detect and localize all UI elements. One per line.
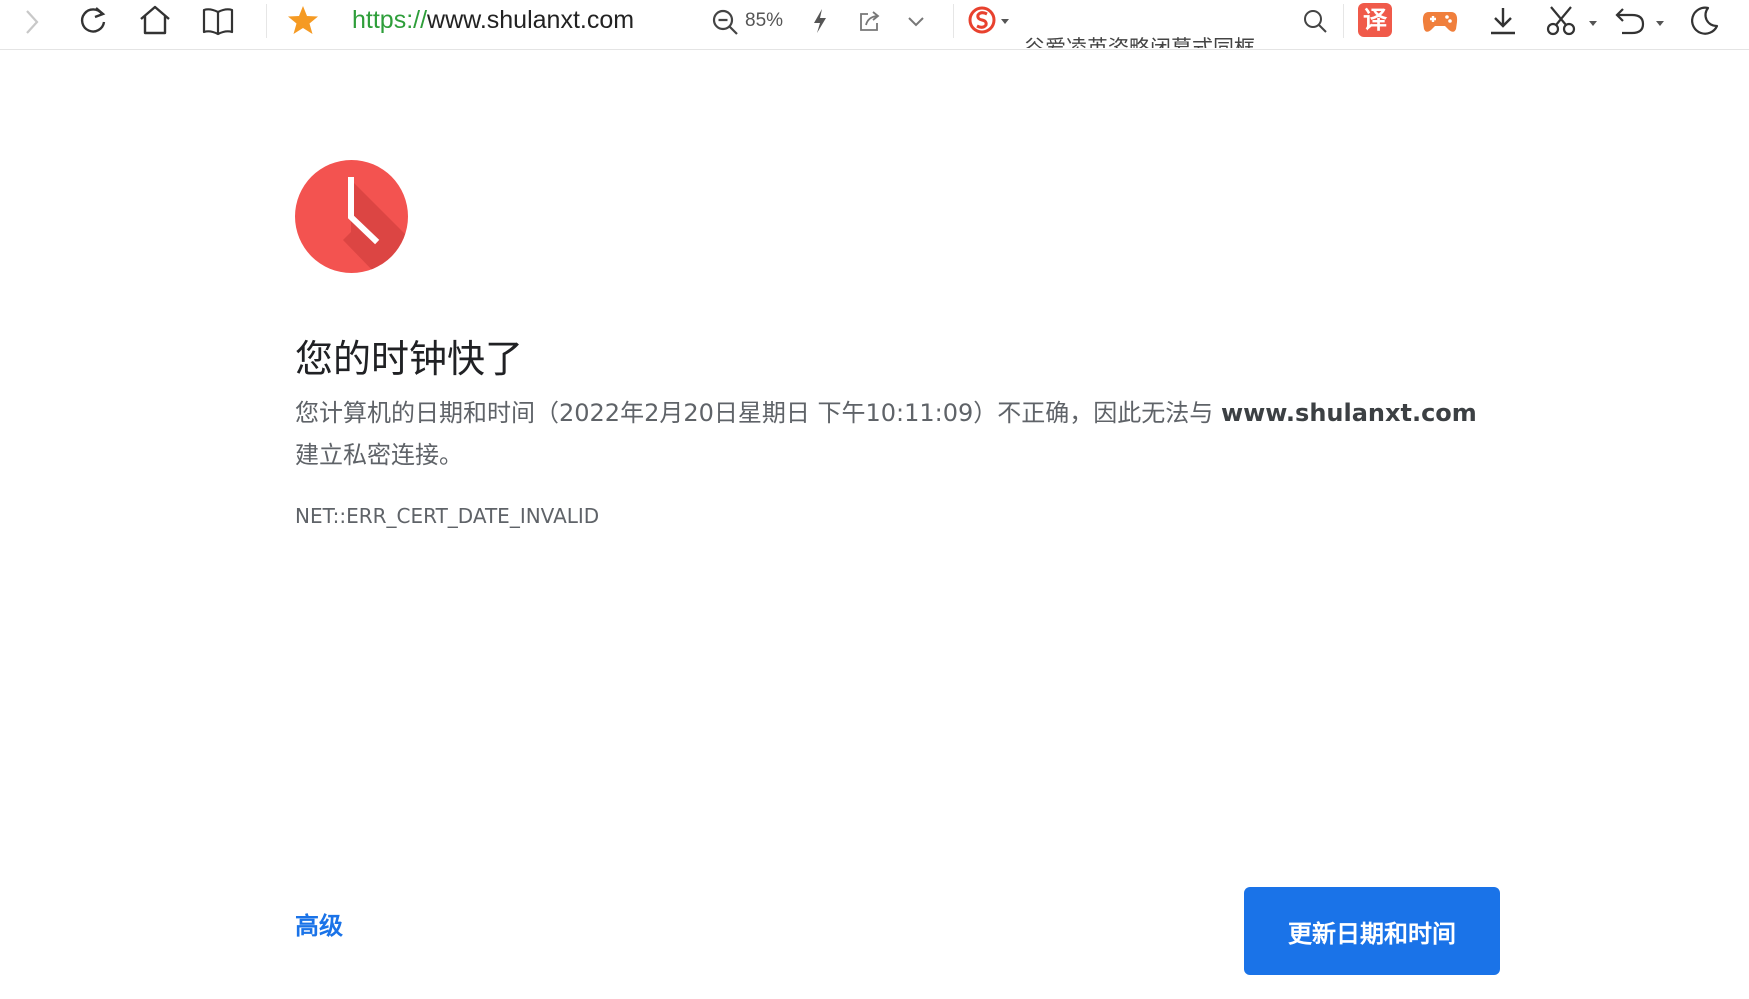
address-bar[interactable]: https://www.shulanxt.com [352,4,634,36]
reader-icon[interactable] [200,5,236,37]
error-description-text: 您计算机的日期和时间（2022年2月20日星期日 下午10:11:09）不正确，… [295,399,1221,427]
translate-icon[interactable]: 译 [1358,3,1392,37]
url-host: www.shulanxt.com [427,6,635,34]
error-description-tail: 建立私密连接。 [295,441,463,469]
advanced-link[interactable]: 高级 [295,906,343,941]
zoom-icon[interactable] [710,7,740,37]
error-code: NET::ERR_CERT_DATE_INVALID [295,504,600,528]
reload-icon[interactable] [76,4,110,38]
night-mode-icon[interactable] [1687,3,1721,37]
undo-icon[interactable] [1614,4,1668,38]
zoom-level[interactable]: 85% [745,10,783,32]
star-icon[interactable] [286,4,320,36]
url-scheme: https:// [352,6,428,34]
error-description-host: www.shulanxt.com [1220,399,1477,427]
sogou-icon[interactable] [966,5,1012,37]
clock-icon [295,160,408,273]
browser-toolbar: https://www.shulanxt.com 85% 谷爱凌英姿略闭幕式同框… [0,0,1749,50]
download-icon[interactable] [1486,4,1520,38]
forward-icon[interactable] [18,8,46,36]
translate-badge: 译 [1358,3,1392,37]
scissors-icon[interactable] [1545,4,1599,38]
search-icon[interactable] [1301,7,1329,35]
game-icon[interactable] [1420,4,1460,38]
share-icon[interactable] [856,7,884,35]
error-description: 您计算机的日期和时间（2022年2月20日星期日 下午10:11:09）不正确，… [295,392,1505,476]
chevron-down-icon[interactable] [903,8,929,34]
page-title: 您的时钟快了 [295,337,524,381]
lightning-icon[interactable] [808,6,832,36]
home-icon[interactable] [137,3,173,37]
update-date-time-button[interactable]: 更新日期和时间 [1244,887,1500,975]
clipped-banner-text: 谷爱凌英姿略闭幕式同框 [1024,34,1255,48]
